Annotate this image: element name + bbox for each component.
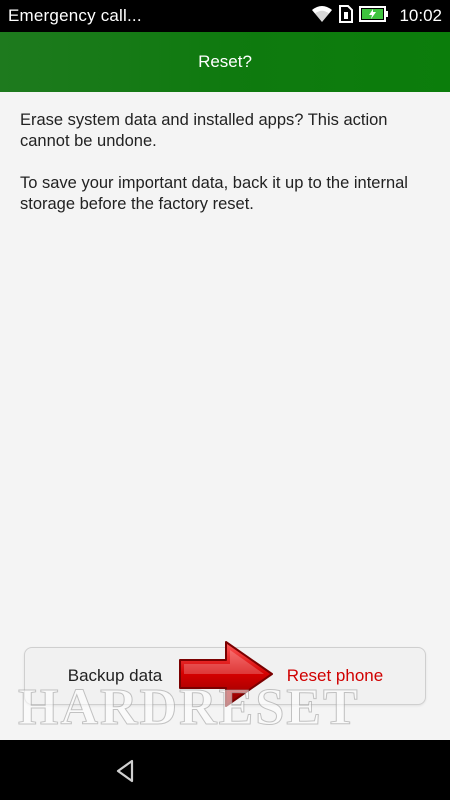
clock: 10:02 <box>399 6 442 25</box>
warning-text: Erase system data and installed apps? Th… <box>20 111 388 150</box>
carrier-text: Emergency call... <box>8 6 142 25</box>
status-icons: 10:02 <box>311 4 442 28</box>
sim-icon <box>339 4 354 28</box>
navigation-bar <box>0 740 450 800</box>
wifi-icon <box>311 5 333 28</box>
status-bar: Emergency call... 10:02 <box>0 0 450 32</box>
battery-charging-icon <box>359 5 389 27</box>
dialog-message: Erase system data and installed apps? Th… <box>20 110 430 236</box>
backup-advice-text: To save your important data, back it up … <box>20 174 408 213</box>
arrow-annotation-icon <box>179 641 273 707</box>
dialog-title: Reset? <box>0 32 450 92</box>
back-icon[interactable] <box>112 757 140 785</box>
